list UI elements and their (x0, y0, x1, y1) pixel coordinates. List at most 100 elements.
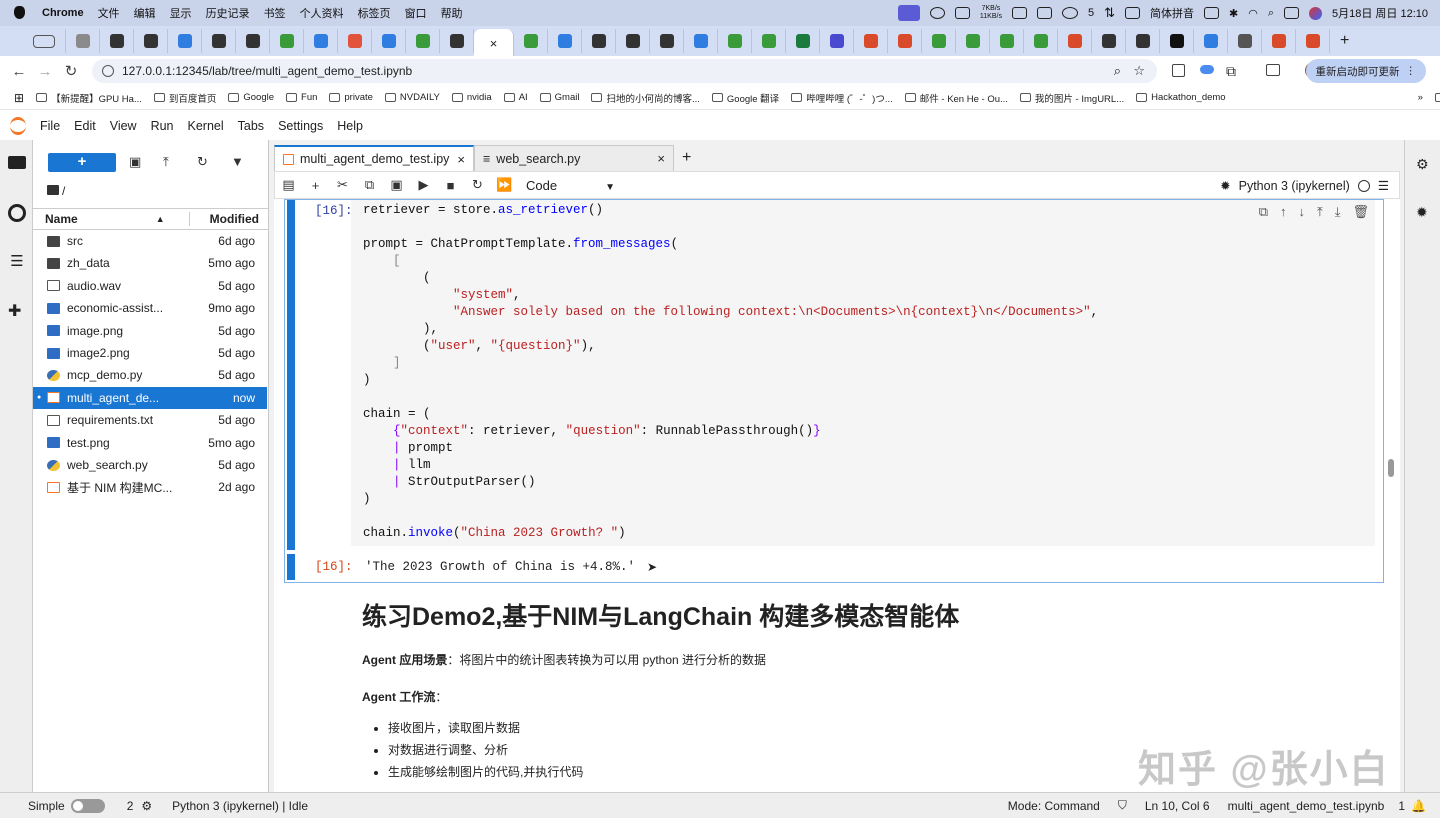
bookmark-item[interactable]: AI (503, 92, 528, 103)
new-folder-icon[interactable]: ▣ (129, 154, 141, 170)
browser-tab[interactable] (548, 29, 582, 53)
root-folder-icon[interactable] (47, 185, 59, 195)
browser-tab[interactable] (1058, 29, 1092, 53)
cut-icon[interactable]: ✂ (329, 177, 356, 193)
browser-tab[interactable] (684, 29, 718, 53)
menu-run[interactable]: Run (151, 119, 174, 133)
browser-tab[interactable] (786, 29, 820, 53)
sidepanel-icon[interactable] (1266, 64, 1280, 76)
menu-file[interactable]: File (40, 119, 60, 133)
upload-icon[interactable]: ⤒ (163, 154, 169, 170)
extension-icon[interactable] (1172, 64, 1185, 77)
sort-asc-icon[interactable]: ▲ (156, 214, 165, 224)
browser-tab[interactable] (888, 29, 922, 53)
file-row[interactable]: web_search.py 5d ago (33, 454, 267, 476)
file-row[interactable]: test.png 5mo ago (33, 432, 267, 454)
mac-menu-view[interactable]: 显示 (170, 5, 192, 21)
cloud-icon[interactable] (1200, 65, 1214, 74)
breadcrumb[interactable]: / (47, 184, 65, 198)
kernel-name[interactable]: Python 3 (ipykernel) (1239, 179, 1350, 193)
simple-mode-toggle[interactable] (70, 798, 105, 813)
insert-cell-icon[interactable]: + (302, 178, 329, 193)
browser-tab[interactable] (270, 29, 304, 53)
wechat-icon[interactable] (1061, 7, 1078, 19)
control-center-icon[interactable] (1284, 7, 1299, 19)
back-icon[interactable]: ← (6, 63, 32, 80)
reload-icon[interactable]: ↻ (58, 62, 84, 80)
running-icon[interactable] (8, 204, 26, 222)
siri-icon[interactable] (1309, 6, 1322, 20)
delete-cell-icon[interactable]: 🗑 (1352, 204, 1369, 220)
kernel-status[interactable]: Python 3 (ipykernel) | Idle (172, 799, 308, 813)
mac-menu-window[interactable]: 窗口 (405, 5, 427, 21)
menu-icon[interactable]: ☰ (1378, 178, 1389, 193)
menu-view[interactable]: View (110, 119, 137, 133)
browser-tab[interactable] (1092, 29, 1126, 53)
apps-grid-icon[interactable]: ⊞ (14, 91, 24, 105)
browser-tab[interactable] (66, 29, 100, 53)
bookmark-item[interactable]: 我的图片 - ImgURL... (1019, 91, 1124, 105)
mac-menu-history[interactable]: 历史记录 (206, 5, 250, 21)
browser-tab[interactable] (406, 29, 440, 53)
tab-search-icon[interactable] (22, 29, 66, 53)
mac-menu-tabs[interactable]: 标签页 (358, 5, 391, 21)
mac-menu-edit[interactable]: 编辑 (134, 5, 156, 21)
move-up-icon[interactable]: ↑ (1280, 204, 1287, 220)
bookmark-item[interactable]: 邮件 - Ken He - Ou... (904, 91, 1008, 105)
browser-tab[interactable] (514, 29, 548, 53)
browser-tab[interactable] (1228, 29, 1262, 53)
refresh-icon[interactable]: ↻ (197, 154, 208, 170)
browser-tab[interactable] (100, 29, 134, 53)
browser-tab[interactable] (1296, 29, 1330, 53)
browser-tab[interactable] (1194, 29, 1228, 53)
browser-tab[interactable] (236, 29, 270, 53)
browser-tab[interactable] (820, 29, 854, 53)
close-icon[interactable]: × (657, 151, 665, 166)
insert-below-icon[interactable]: ⤓ (1335, 204, 1341, 220)
app-name[interactable]: Chrome (42, 7, 84, 19)
extensions-icon[interactable]: ✚ (8, 304, 26, 320)
shield-icon[interactable]: ⛉ (1118, 798, 1127, 813)
zoom-icon[interactable]: ⌕ (1114, 63, 1121, 79)
close-icon[interactable]: × (457, 152, 465, 167)
bookmark-item[interactable]: 到百度首页 (153, 91, 216, 105)
input-method[interactable]: 简体拼音 (1150, 5, 1194, 21)
bookmark-item[interactable]: nvidia (451, 92, 492, 103)
mac-menu-profile[interactable]: 个人资料 (300, 5, 344, 21)
menu-settings[interactable]: Settings (278, 119, 323, 133)
folder-icon[interactable] (8, 156, 26, 169)
col-name[interactable]: Name (45, 212, 78, 226)
paste-icon[interactable]: ▣ (383, 177, 410, 193)
datetime[interactable]: 5月18日 周日 12:10 (1332, 5, 1428, 21)
monitor-icon[interactable] (954, 7, 970, 19)
file-row[interactable]: src 6d ago (33, 230, 267, 252)
browser-tab[interactable] (582, 29, 616, 53)
browser-tab[interactable] (718, 29, 752, 53)
menu-tabs[interactable]: Tabs (238, 119, 264, 133)
file-row[interactable]: economic-assist... 9mo ago (33, 297, 267, 319)
col-modified[interactable]: Modified (188, 212, 259, 226)
menu-edit[interactable]: Edit (74, 119, 96, 133)
restart-icon[interactable]: ↻ (464, 177, 491, 193)
save-icon[interactable]: ▤ (275, 177, 302, 193)
run-all-icon[interactable]: ⏩ (491, 177, 518, 193)
bookmark-item[interactable]: Hackathon_demo (1136, 92, 1226, 103)
duplicate-cell-icon[interactable]: ⧉ (1259, 204, 1268, 220)
debugger-panel-icon[interactable]: ✹ (1416, 204, 1428, 221)
copy-icon[interactable]: ⧉ (356, 177, 383, 193)
browser-tab[interactable]: × (474, 29, 514, 57)
breadcrumb-path[interactable]: / (62, 184, 65, 198)
mac-menu-bookmarks[interactable]: 书签 (264, 5, 286, 21)
property-inspector-icon[interactable]: ⚙ (1416, 156, 1429, 173)
file-row[interactable]: ● multi_agent_de... now (33, 386, 267, 409)
debugger-icon[interactable]: ✹ (1220, 178, 1230, 193)
browser-tab[interactable] (1126, 29, 1160, 53)
bookmark-item[interactable]: 【新提醒】GPU Ha... (36, 91, 142, 105)
bookmark-item[interactable]: 哔哩哔哩 (゜-゜)つ... (791, 91, 893, 105)
cursor-position[interactable]: Ln 10, Col 6 (1145, 799, 1210, 813)
bell-icon[interactable]: 🔔 (1411, 799, 1426, 813)
file-row[interactable]: requirements.txt 5d ago (33, 409, 267, 431)
kernel-indicator[interactable]: ✹ Python 3 (ipykernel) ☰ (1220, 178, 1389, 194)
bookmark-item[interactable]: Gmail (539, 92, 579, 103)
mac-menu-file[interactable]: 文件 (98, 5, 120, 21)
